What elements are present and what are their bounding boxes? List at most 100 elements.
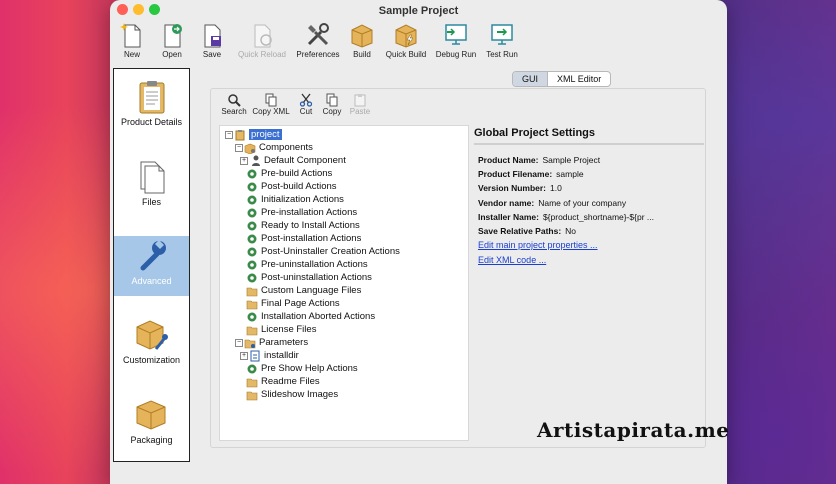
quick-build-button[interactable]: Quick Build	[382, 22, 430, 64]
monitor-run-icon	[491, 24, 513, 45]
project-tree: − project − Components + Default Compone…	[219, 125, 469, 441]
gear-icon	[247, 182, 257, 191]
expand-toggle[interactable]: +	[240, 156, 248, 165]
tree-node-components[interactable]: − Components	[235, 141, 313, 154]
gear-icon	[247, 260, 257, 269]
sidebar-item-files[interactable]: Files	[114, 159, 189, 219]
sidebar-item-product-details[interactable]: Product Details	[114, 79, 189, 139]
build-button[interactable]: Build	[346, 22, 378, 64]
gear-icon	[247, 195, 257, 204]
gear-icon	[247, 221, 257, 230]
collapse-toggle[interactable]: −	[225, 130, 233, 139]
components-icon	[244, 143, 256, 154]
sidebar: Product Details Files Advanced Customiza…	[113, 68, 190, 462]
installer-name-row: Installer Name: ${product_shortname}-${pr…	[478, 212, 654, 222]
project-icon	[235, 129, 245, 140]
tree-node-pre-installation[interactable]: Pre-installation Actions	[246, 206, 357, 219]
paste-button[interactable]: Paste	[345, 93, 375, 123]
copy-icon	[326, 93, 338, 107]
folder-icon	[246, 391, 258, 400]
tree-node-license-files[interactable]: License Files	[246, 323, 316, 336]
folder-icon	[246, 287, 258, 296]
tree-node-slideshow-images[interactable]: Slideshow Images	[246, 388, 338, 401]
copy-xml-button[interactable]: Copy XML	[249, 93, 293, 123]
tree-node-post-uninstallation[interactable]: Post-uninstallation Actions	[246, 271, 372, 284]
tools-icon	[307, 23, 329, 46]
open-file-icon	[164, 24, 182, 48]
edit-xml-code-link[interactable]: Edit XML code ...	[478, 255, 546, 265]
gear-icon	[247, 234, 257, 243]
search-button[interactable]: Search	[219, 93, 249, 123]
version-row: Version Number: 1.0	[478, 183, 562, 193]
window-title: Sample Project	[378, 5, 459, 17]
tree-node-installation-aborted[interactable]: Installation Aborted Actions	[246, 310, 375, 323]
box-icon	[351, 24, 373, 48]
save-button[interactable]: Save	[196, 22, 228, 64]
tree-toolbar: Search Copy XML Cut Copy Paste	[219, 93, 375, 123]
tree-node-final-page[interactable]: Final Page Actions	[246, 297, 340, 310]
parameter-icon	[250, 350, 260, 361]
clipboard-icon	[139, 81, 164, 114]
content-area: GUI XML Editor Search Copy XML Cut Copy …	[210, 70, 725, 450]
tab-gui[interactable]: GUI	[513, 72, 549, 86]
folder-icon	[246, 378, 258, 387]
collapse-toggle[interactable]: −	[235, 143, 243, 152]
tree-node-ready-to-install[interactable]: Ready to Install Actions	[246, 219, 360, 232]
tree-node-pre-uninstallation[interactable]: Pre-uninstallation Actions	[246, 258, 368, 271]
tree-node-custom-language-files[interactable]: Custom Language Files	[246, 284, 361, 297]
tree-node-default-component[interactable]: + Default Component	[240, 154, 346, 167]
preferences-button[interactable]: Preferences	[294, 22, 342, 64]
tree-node-pre-build[interactable]: Pre-build Actions	[246, 167, 332, 180]
test-run-button[interactable]: Test Run	[482, 22, 522, 64]
gear-icon	[247, 364, 257, 373]
product-filename-row: Product Filename: sample	[478, 169, 584, 179]
tree-node-post-uninstaller-creation[interactable]: Post-Uninstaller Creation Actions	[246, 245, 400, 258]
zoom-window-button[interactable]	[149, 4, 160, 15]
tree-node-project[interactable]: − project	[225, 128, 282, 141]
tree-node-post-build[interactable]: Post-build Actions	[246, 180, 337, 193]
debug-run-button[interactable]: Debug Run	[434, 22, 478, 64]
copy-button[interactable]: Copy	[319, 93, 345, 123]
reload-icon	[254, 24, 272, 48]
folder-icon	[246, 300, 258, 309]
global-settings-panel: Global Project Settings Product Name: Sam…	[474, 125, 704, 441]
monitor-debug-icon	[445, 24, 467, 45]
sidebar-item-packaging[interactable]: Packaging	[114, 397, 189, 457]
sidebar-item-advanced[interactable]: Advanced	[114, 236, 189, 296]
tree-node-installdir[interactable]: + installdir	[240, 349, 299, 362]
quick-reload-button[interactable]: Quick Reload	[234, 22, 290, 64]
close-window-button[interactable]	[117, 4, 128, 15]
scissors-icon	[299, 93, 313, 107]
tree-node-parameters[interactable]: − Parameters	[235, 336, 308, 349]
open-button[interactable]: Open	[156, 22, 188, 64]
new-button[interactable]: New	[116, 22, 148, 64]
box-wrench-icon	[136, 320, 168, 350]
tree-node-post-installation[interactable]: Post-installation Actions	[246, 232, 361, 245]
wrench-icon	[140, 240, 166, 271]
sidebar-item-customization[interactable]: Customization	[114, 317, 189, 377]
expand-toggle[interactable]: +	[240, 351, 248, 360]
watermark-text: Artistapirata.me	[537, 418, 730, 442]
tree-node-pre-show-help[interactable]: Pre Show Help Actions	[246, 362, 358, 375]
gear-icon	[247, 208, 257, 217]
view-tabs: GUI XML Editor	[512, 71, 612, 87]
main-toolbar: New Open Save Quick Reload Preferences B…	[110, 22, 727, 64]
save-relative-paths-row: Save Relative Paths: No	[478, 226, 577, 236]
minimize-window-button[interactable]	[133, 4, 144, 15]
collapse-toggle[interactable]: −	[235, 338, 243, 347]
settings-title: Global Project Settings	[474, 127, 704, 145]
tab-xml-editor[interactable]: XML Editor	[548, 72, 610, 86]
folder-icon	[246, 326, 258, 335]
new-file-icon	[120, 23, 141, 48]
tree-node-initialization[interactable]: Initialization Actions	[246, 193, 344, 206]
box-icon	[136, 400, 165, 430]
gear-icon	[247, 169, 257, 178]
files-icon	[140, 161, 164, 194]
cut-button[interactable]: Cut	[293, 93, 319, 123]
component-user-icon	[252, 155, 260, 166]
gear-icon	[247, 273, 257, 282]
edit-main-properties-link[interactable]: Edit main project properties ...	[478, 240, 598, 250]
copy-xml-icon	[265, 93, 277, 107]
paste-icon	[354, 94, 366, 107]
tree-node-readme-files[interactable]: Readme Files	[246, 375, 320, 388]
